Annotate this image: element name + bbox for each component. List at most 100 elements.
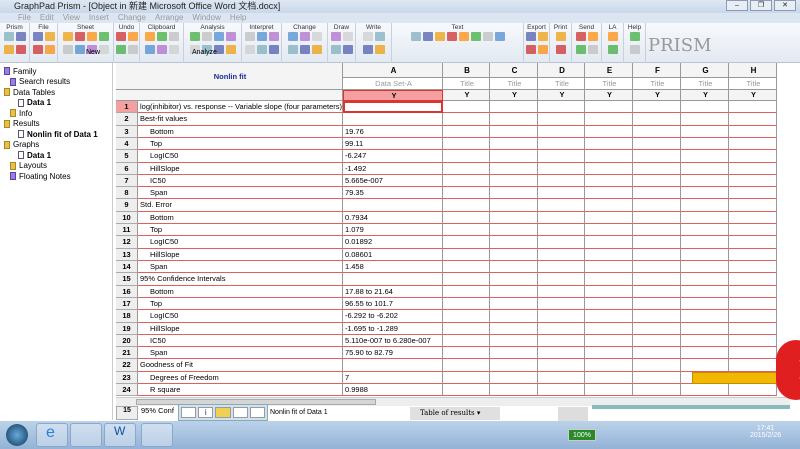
zoom-box[interactable] [558, 407, 588, 421]
empty-cell[interactable] [633, 187, 681, 200]
empty-cell[interactable] [490, 162, 538, 175]
value-cell[interactable]: 1.079 [343, 224, 443, 237]
empty-cell[interactable] [681, 273, 729, 286]
sheet-tool-icon[interactable] [62, 32, 73, 41]
empty-cell[interactable] [681, 347, 729, 360]
empty-cell[interactable] [490, 371, 538, 385]
ie-icon[interactable]: e [36, 423, 68, 447]
empty-cell[interactable] [729, 199, 777, 212]
value-cell[interactable]: -6.247 [343, 150, 443, 163]
text-tool-icon[interactable] [434, 32, 445, 41]
value-cell[interactable] [343, 113, 443, 126]
info-icon[interactable]: i [198, 407, 214, 418]
row-label[interactable]: HillSlope [138, 162, 343, 175]
empty-cell[interactable] [729, 273, 777, 286]
empty-cell[interactable] [585, 371, 633, 385]
empty-cell[interactable] [538, 113, 585, 126]
empty-cell[interactable] [538, 297, 585, 311]
value-cell[interactable] [343, 359, 443, 372]
empty-cell[interactable] [729, 359, 777, 372]
empty-cell[interactable] [633, 137, 681, 151]
draw-tool-icon[interactable] [330, 45, 341, 54]
empty-cell[interactable] [538, 273, 585, 286]
empty-cell[interactable] [490, 125, 538, 138]
empty-cell[interactable] [633, 248, 681, 261]
column-letter-C[interactable]: C [490, 63, 538, 78]
empty-cell[interactable] [633, 359, 681, 372]
send-tool-icon[interactable] [575, 45, 586, 54]
analyze-button[interactable]: Analyze [192, 49, 217, 56]
empty-cell[interactable] [681, 260, 729, 274]
empty-cell[interactable] [490, 310, 538, 323]
draw-tool-icon[interactable] [330, 32, 341, 41]
export-tool-icon[interactable] [537, 45, 548, 54]
row-label[interactable]: IC50 [138, 174, 343, 188]
file-tool-icon[interactable] [32, 45, 43, 54]
row-label[interactable]: Span [138, 260, 343, 274]
value-cell[interactable] [343, 273, 443, 286]
empty-cell[interactable] [443, 322, 490, 335]
close-button[interactable]: ✕ [774, 0, 796, 11]
empty-cell[interactable] [585, 113, 633, 126]
empty-cell[interactable] [729, 334, 777, 348]
export-tool-icon[interactable] [525, 45, 536, 54]
row-label[interactable]: LogIC50 [138, 150, 343, 163]
empty-cell[interactable] [681, 137, 729, 151]
word-icon[interactable]: W [104, 423, 136, 447]
file-tool-icon[interactable] [32, 32, 43, 41]
empty-cell[interactable] [585, 236, 633, 249]
empty-cell[interactable] [681, 187, 729, 200]
row-label[interactable]: LogIC50 [138, 236, 343, 249]
send-tool-icon[interactable] [587, 32, 598, 41]
column-subheader[interactable]: Y [585, 90, 633, 101]
sheet-tool-icon[interactable] [74, 32, 85, 41]
new-button[interactable]: New [86, 49, 100, 56]
empty-cell[interactable] [443, 248, 490, 261]
empty-cell[interactable] [633, 174, 681, 188]
empty-cell[interactable] [633, 162, 681, 175]
value-cell[interactable]: 79.35 [343, 187, 443, 200]
empty-cell[interactable] [443, 199, 490, 212]
column-subheader[interactable]: Y [633, 90, 681, 101]
nav-item-data-tables[interactable]: Data Tables [4, 87, 55, 97]
row-label[interactable]: Goodness of Fit [138, 359, 343, 372]
value-cell[interactable]: 75.90 to 82.79 [343, 347, 443, 360]
change-tool-icon[interactable] [287, 32, 298, 41]
row-label[interactable]: Bottom [138, 125, 343, 138]
send-tool-icon[interactable] [575, 32, 586, 41]
clipboard-tool-icon[interactable] [156, 32, 167, 41]
empty-cell[interactable] [681, 297, 729, 311]
empty-cell[interactable] [729, 248, 777, 261]
value-cell[interactable]: 0.01892 [343, 236, 443, 249]
empty-cell[interactable] [585, 187, 633, 200]
empty-cell[interactable] [443, 347, 490, 360]
menu-change[interactable]: Change [118, 13, 146, 23]
value-cell[interactable]: 1.458 [343, 260, 443, 274]
empty-cell[interactable] [729, 162, 777, 175]
menu-help[interactable]: Help [230, 13, 246, 23]
empty-cell[interactable] [490, 384, 538, 397]
menu-window[interactable]: Window [192, 13, 220, 23]
empty-cell[interactable] [729, 384, 777, 397]
column-letter-D[interactable]: D [538, 63, 585, 78]
empty-cell[interactable] [681, 359, 729, 372]
clipboard-tool-icon[interactable] [168, 32, 179, 41]
start-button[interactable] [6, 424, 28, 446]
sheet-tool-icon[interactable] [98, 32, 109, 41]
empty-cell[interactable] [443, 174, 490, 188]
sheet-icon[interactable] [181, 407, 197, 418]
empty-cell[interactable] [633, 199, 681, 212]
text-tool-icon[interactable] [446, 32, 457, 41]
row-label[interactable]: Bottom [138, 211, 343, 225]
zoom-slider-track[interactable] [592, 405, 790, 409]
empty-cell[interactable] [538, 224, 585, 237]
row-label[interactable]: Best-fit values [138, 113, 343, 126]
la-tool-icon[interactable] [607, 45, 618, 54]
empty-cell[interactable] [729, 236, 777, 249]
column-subheader[interactable]: Y [343, 90, 443, 101]
empty-cell[interactable] [729, 310, 777, 323]
interpret-tool-icon[interactable] [244, 32, 255, 41]
row-label[interactable]: HillSlope [138, 322, 343, 335]
draw-tool-icon[interactable] [342, 45, 353, 54]
nav-item-graphs[interactable]: Graphs [4, 140, 39, 150]
